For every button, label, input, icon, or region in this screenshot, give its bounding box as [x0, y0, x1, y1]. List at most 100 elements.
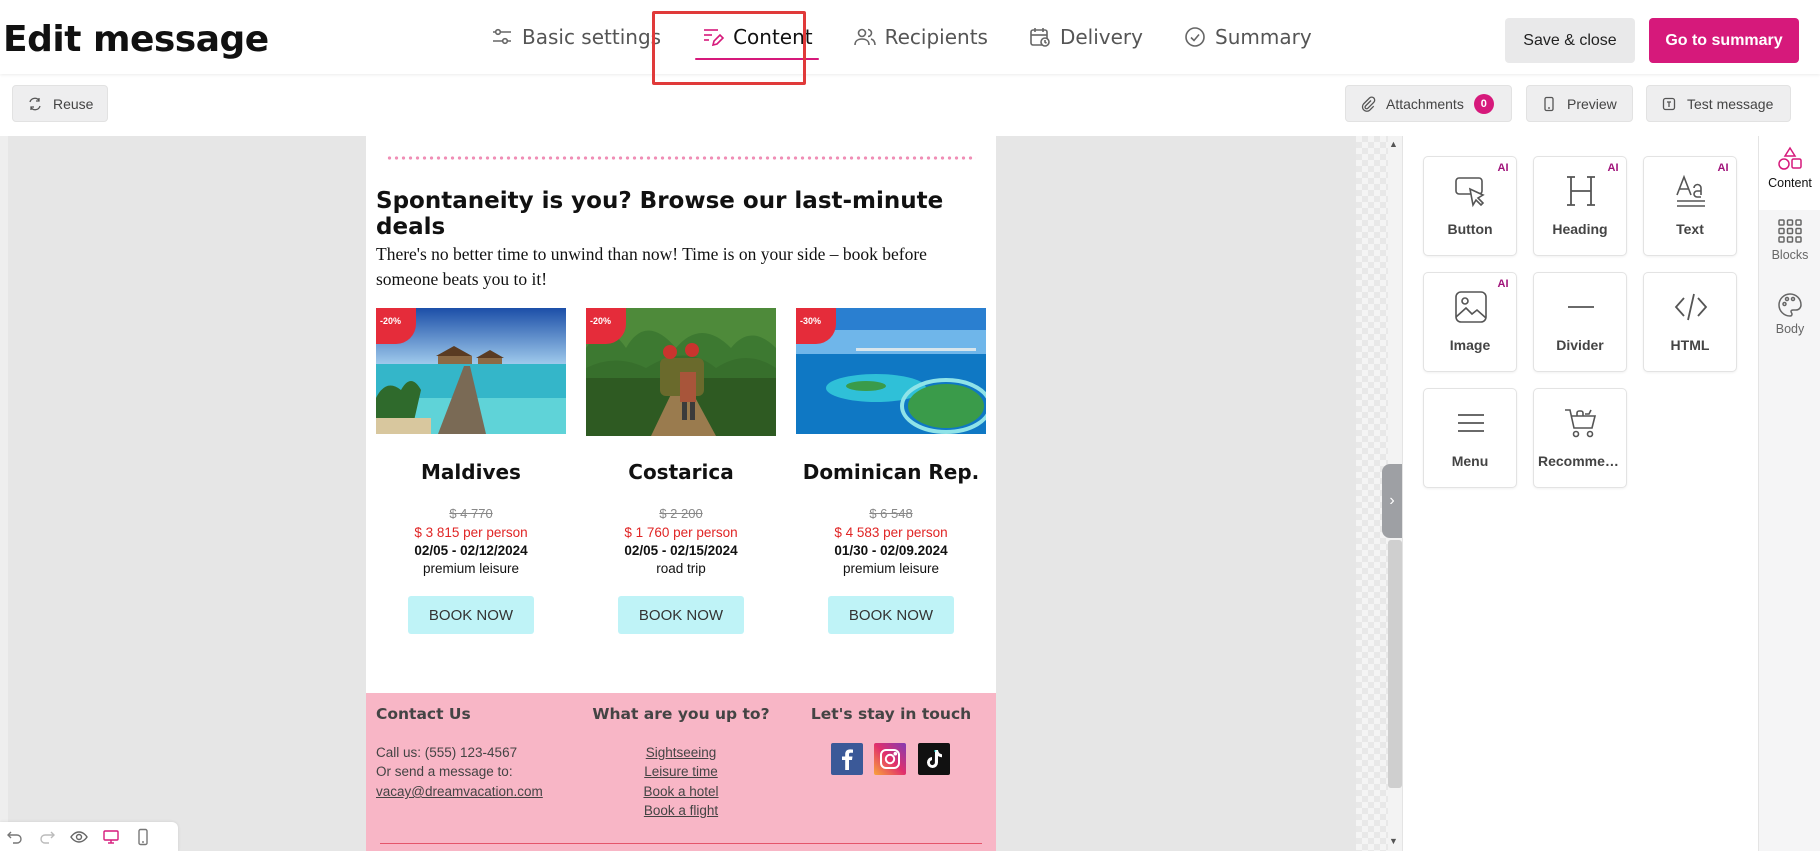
- reuse-button[interactable]: Reuse: [12, 85, 109, 122]
- test-message-label: Test message: [1687, 95, 1774, 112]
- instagram-icon[interactable]: [874, 743, 906, 775]
- link-book-flight[interactable]: Book a flight: [586, 803, 776, 818]
- tab-label: Summary: [1215, 25, 1312, 49]
- deal-card-maldives[interactable]: -20% Maldives $ 4 770 $ 3 815 per person…: [376, 308, 566, 634]
- tab-summary[interactable]: Summary: [1163, 0, 1332, 74]
- contact-email-link[interactable]: vacay@dreamvacation.com: [376, 784, 543, 799]
- book-now-button[interactable]: BOOK NOW: [828, 596, 954, 634]
- tab-basic-settings[interactable]: Basic settings: [470, 0, 681, 74]
- tile-menu[interactable]: Menu: [1423, 388, 1517, 488]
- tile-divider[interactable]: Divider: [1533, 272, 1627, 372]
- test-message-button[interactable]: Test message: [1646, 85, 1791, 122]
- canvas-scrollbar-thumb[interactable]: [1388, 540, 1402, 788]
- save-close-button[interactable]: Save & close: [1505, 18, 1635, 63]
- email-preview[interactable]: Spontaneity is you? Browse our last-minu…: [366, 136, 996, 851]
- sidebar-item-body[interactable]: Body: [1759, 292, 1820, 336]
- email-footer[interactable]: Contact Us Call us: (555) 123-4567 Or se…: [366, 693, 996, 851]
- tile-recommendations[interactable]: Recommen...: [1533, 388, 1627, 488]
- deal-card-costarica[interactable]: -20% Costarica $ 2 200 $ 1 760 per perso…: [586, 308, 776, 634]
- users-icon: [853, 28, 876, 46]
- footer-divider: [380, 843, 982, 844]
- tile-label: Text: [1676, 221, 1704, 237]
- tab-content[interactable]: Content: [681, 0, 833, 74]
- deal-name: Costarica: [628, 460, 734, 484]
- tab-recipients[interactable]: Recipients: [833, 0, 1008, 74]
- tab-label: Basic settings: [522, 25, 662, 49]
- deal-dates: 02/05 - 02/12/2024: [414, 543, 528, 558]
- text-icon: [1676, 174, 1705, 207]
- ai-badge: AI: [1491, 158, 1515, 178]
- link-book-hotel[interactable]: Book a hotel: [586, 784, 776, 799]
- maldives-image[interactable]: -20%: [376, 308, 566, 434]
- grid-dots-icon: [1778, 219, 1802, 243]
- paperclip-icon: [1361, 95, 1376, 112]
- facebook-icon[interactable]: [831, 743, 863, 775]
- book-now-button[interactable]: BOOK NOW: [408, 596, 534, 634]
- code-icon: [1674, 293, 1708, 321]
- eye-icon[interactable]: [70, 828, 88, 846]
- deal-name: Dominican Rep.: [802, 460, 980, 484]
- tab-delivery[interactable]: Delivery: [1008, 0, 1163, 74]
- costarica-image[interactable]: -20%: [586, 308, 776, 436]
- deal-old-price: $ 2 200: [659, 506, 703, 521]
- deal-name: Maldives: [421, 460, 521, 484]
- attachments-count-badge: 0: [1473, 93, 1494, 114]
- dotted-divider: [386, 156, 976, 160]
- go-to-summary-button[interactable]: Go to summary: [1649, 18, 1799, 63]
- scroll-up-arrow-icon[interactable]: ▲: [1389, 139, 1398, 149]
- tab-label: Delivery: [1059, 25, 1143, 49]
- tile-image[interactable]: AI Image: [1423, 272, 1517, 372]
- tile-label: Image: [1449, 337, 1491, 353]
- book-now-button[interactable]: BOOK NOW: [618, 596, 744, 634]
- sidebar-item-label: Blocks: [1771, 248, 1809, 262]
- deal-type: premium leisure: [842, 561, 940, 576]
- tile-heading[interactable]: AI Heading: [1533, 156, 1627, 256]
- tile-html[interactable]: HTML: [1643, 272, 1737, 372]
- tab-label: Recipients: [884, 25, 988, 49]
- tab-label: Content: [733, 25, 813, 49]
- email-intro-text[interactable]: There's no better time to unwind than no…: [376, 242, 976, 292]
- email-heading[interactable]: Spontaneity is you? Browse our last-minu…: [376, 188, 996, 240]
- undo-icon[interactable]: [6, 828, 24, 846]
- sidebar-item-blocks[interactable]: Blocks: [1759, 218, 1820, 262]
- link-sightseeing[interactable]: Sightseeing: [586, 745, 776, 760]
- tile-button[interactable]: AI Button: [1423, 156, 1517, 256]
- page-title: Edit message: [3, 19, 269, 60]
- deal-type: premium leisure: [422, 561, 520, 576]
- tile-label: Divider: [1556, 337, 1604, 353]
- shapes-icon: [1778, 146, 1802, 170]
- preview-button[interactable]: Preview: [1526, 85, 1633, 122]
- tile-label: Menu: [1451, 453, 1489, 469]
- link-leisure-time[interactable]: Leisure time: [586, 764, 776, 779]
- tile-text[interactable]: AI Text: [1643, 156, 1737, 256]
- sidebar-item-content[interactable]: Content: [1759, 136, 1820, 210]
- sliders-icon: [493, 28, 511, 45]
- heading-icon: [1567, 176, 1595, 206]
- deal-new-price: $ 4 583 per person: [834, 525, 948, 540]
- palette-icon: [1778, 293, 1802, 317]
- image-icon: [1455, 291, 1487, 323]
- contact-phone: Call us: (555) 123-4567: [376, 745, 518, 760]
- editor-sidebar: Content Blocks Body: [1758, 136, 1820, 851]
- canvas-controls: [0, 822, 178, 851]
- social-heading: Let's stay in touch: [810, 705, 972, 723]
- tile-label: Heading: [1552, 221, 1608, 237]
- deal-card-dominican[interactable]: -30% Dominican Rep. $ 6 548 $ 4 583 per …: [796, 308, 986, 634]
- tile-label: Recommen...: [1538, 453, 1626, 469]
- menu-icon: [1458, 414, 1484, 432]
- collapse-panel-handle[interactable]: ›: [1382, 464, 1402, 538]
- dominican-image[interactable]: -30%: [796, 308, 986, 434]
- redo-icon[interactable]: [38, 828, 56, 846]
- deal-dates: 02/05 - 02/15/2024: [624, 543, 738, 558]
- deal-new-price: $ 3 815 per person: [414, 525, 528, 540]
- chevron-right-icon: ›: [1389, 492, 1395, 509]
- attachments-button[interactable]: Attachments 0: [1345, 85, 1512, 122]
- deal-new-price: $ 1 760 per person: [624, 525, 738, 540]
- reuse-icon: [29, 97, 41, 110]
- reuse-label: Reuse: [53, 95, 94, 112]
- mobile-view-icon[interactable]: [134, 828, 152, 846]
- editor-toolbar: Reuse Attachments 0 Preview Test message: [0, 74, 1820, 136]
- tiktok-icon[interactable]: [918, 743, 950, 775]
- desktop-view-icon[interactable]: [102, 828, 120, 846]
- scroll-down-arrow-icon[interactable]: ▼: [1389, 836, 1398, 846]
